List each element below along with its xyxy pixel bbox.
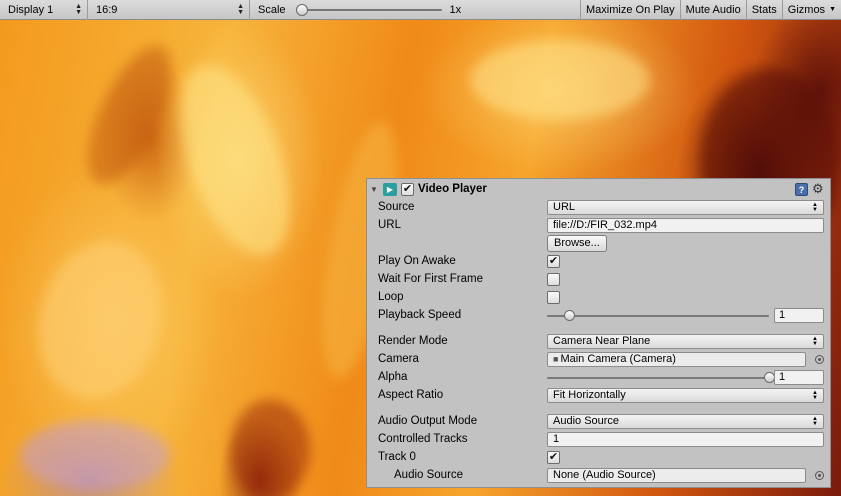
playback-speed-slider[interactable] [547, 310, 769, 321]
aspect-dropdown[interactable]: 16:9 ▲ ▼ [88, 0, 250, 20]
display-dropdown[interactable]: Display 1 ▲ ▼ [0, 0, 88, 20]
render-mode-row: Render Mode Camera Near Plane ▲ ▼ [367, 333, 830, 351]
object-picker-icon[interactable] [815, 471, 824, 480]
stats-button[interactable]: Stats [745, 0, 782, 20]
scale-control: Scale 1x [250, 0, 461, 20]
gizmos-dropdown[interactable]: Gizmos ▼ [781, 0, 841, 20]
source-value: URL [553, 201, 576, 213]
scale-value: 1x [449, 3, 462, 16]
loop-checkbox[interactable] [547, 291, 560, 304]
component-title: Video Player [418, 183, 487, 195]
play-on-awake-checkbox[interactable]: ✔ [547, 255, 560, 268]
video-player-icon: ▶ [383, 182, 397, 196]
flame-shadow [71, 34, 189, 196]
source-dropdown[interactable]: URL ▲ ▼ [547, 200, 824, 215]
wait-for-first-frame-label: Wait For First Frame [378, 273, 483, 285]
source-row: Source URL ▲ ▼ [367, 199, 830, 217]
audio-source-object-field[interactable]: None (Audio Source) [547, 468, 806, 483]
aspect-label: 16:9 [96, 3, 118, 16]
dropdown-arrows-icon: ▲ ▼ [237, 2, 244, 16]
help-icon[interactable]: ? [795, 183, 808, 196]
audio-output-mode-dropdown[interactable]: Audio Source ▲ ▼ [547, 414, 824, 429]
audio-output-mode-row: Audio Output Mode Audio Source ▲ ▼ [367, 413, 830, 431]
foldout-arrow-icon[interactable]: ▼ [370, 185, 382, 194]
camera-object-field[interactable]: ■ Main Camera (Camera) [547, 352, 806, 367]
flame-shadow [230, 400, 310, 496]
url-label: URL [378, 219, 402, 231]
component-enabled-checkbox[interactable]: ✔ [401, 182, 414, 196]
display-label: Display 1 [8, 3, 54, 16]
track-0-checkbox[interactable]: ✔ [547, 451, 560, 464]
aspect-ratio-label: Aspect Ratio [378, 389, 444, 401]
browse-row: Browse... [367, 235, 830, 253]
track-0-row: Track 0 ✔ [367, 449, 830, 467]
component-header[interactable]: ▼ ▶ ✔ Video Player ? ⚙ [367, 179, 830, 199]
dropdown-arrows-icon: ▲ ▼ [812, 201, 818, 213]
aspect-ratio-value: Fit Horizontally [553, 389, 626, 401]
dropdown-arrows-icon: ▲ ▼ [75, 2, 82, 16]
audio-source-row: Audio Source None (Audio Source) [367, 467, 830, 485]
source-label: Source [378, 201, 415, 213]
url-row: URL file://D:/FIR_032.mp4 [367, 217, 830, 235]
loop-row: Loop [367, 289, 830, 307]
wait-for-first-frame-row: Wait For First Frame [367, 271, 830, 289]
loop-label: Loop [378, 291, 404, 303]
camera-row: Camera ■ Main Camera (Camera) [367, 351, 830, 369]
url-input[interactable]: file://D:/FIR_032.mp4 [547, 218, 824, 233]
gear-icon[interactable]: ⚙ [812, 181, 824, 197]
gizmos-label: Gizmos [787, 3, 826, 16]
video-player-inspector: ▼ ▶ ✔ Video Player ? ⚙ Source URL ▲ ▼ URL… [366, 178, 831, 488]
playback-speed-slider-thumb[interactable] [564, 310, 576, 321]
playback-speed-label: Playback Speed [378, 309, 462, 321]
flame-highlight [470, 40, 650, 120]
object-picker-icon[interactable] [815, 355, 824, 364]
game-view-toolbar: Display 1 ▲ ▼ 16:9 ▲ ▼ Scale 1x Maximize O… [0, 0, 841, 20]
dropdown-arrows-icon: ▲ ▼ [812, 389, 818, 401]
maximize-on-play-button[interactable]: Maximize On Play [580, 0, 680, 20]
playback-speed-row: Playback Speed 1 [367, 307, 830, 325]
alpha-row: Alpha 1 [367, 369, 830, 387]
aspect-ratio-dropdown[interactable]: Fit Horizontally ▲ ▼ [547, 388, 824, 403]
scale-label: Scale [258, 3, 286, 16]
scale-slider-thumb[interactable] [295, 3, 308, 16]
flame-highlight [20, 420, 170, 490]
aspect-ratio-row: Aspect Ratio Fit Horizontally ▲ ▼ [367, 387, 830, 405]
play-on-awake-label: Play On Awake [378, 255, 456, 267]
dropdown-arrow-icon: ▼ [829, 6, 836, 13]
camera-label: Camera [378, 353, 419, 365]
wait-for-first-frame-checkbox[interactable] [547, 273, 560, 286]
track-0-label: Track 0 [378, 451, 416, 463]
camera-value: Main Camera (Camera) [560, 353, 676, 365]
playback-speed-input[interactable]: 1 [774, 308, 824, 323]
mute-audio-button[interactable]: Mute Audio [679, 0, 746, 20]
audio-source-label: Audio Source [394, 469, 464, 481]
dropdown-arrows-icon: ▲ ▼ [812, 415, 818, 427]
alpha-slider[interactable] [547, 372, 775, 383]
render-mode-value: Camera Near Plane [553, 335, 651, 347]
alpha-label: Alpha [378, 371, 408, 383]
render-mode-dropdown[interactable]: Camera Near Plane ▲ ▼ [547, 334, 824, 349]
alpha-input[interactable]: 1 [774, 370, 824, 385]
render-mode-label: Render Mode [378, 335, 448, 347]
audio-output-mode-value: Audio Source [553, 415, 620, 427]
flame-highlight [21, 227, 179, 413]
browse-button[interactable]: Browse... [547, 235, 607, 252]
scale-slider[interactable] [295, 3, 442, 16]
audio-output-mode-label: Audio Output Mode [378, 415, 478, 427]
camera-icon: ■ [553, 354, 559, 364]
flame-highlight [158, 50, 312, 270]
dropdown-arrows-icon: ▲ ▼ [812, 335, 818, 347]
play-on-awake-row: Play On Awake ✔ [367, 253, 830, 271]
controlled-tracks-input[interactable]: 1 [547, 432, 824, 447]
controlled-tracks-label: Controlled Tracks [378, 433, 468, 445]
controlled-tracks-row: Controlled Tracks 1 [367, 431, 830, 449]
